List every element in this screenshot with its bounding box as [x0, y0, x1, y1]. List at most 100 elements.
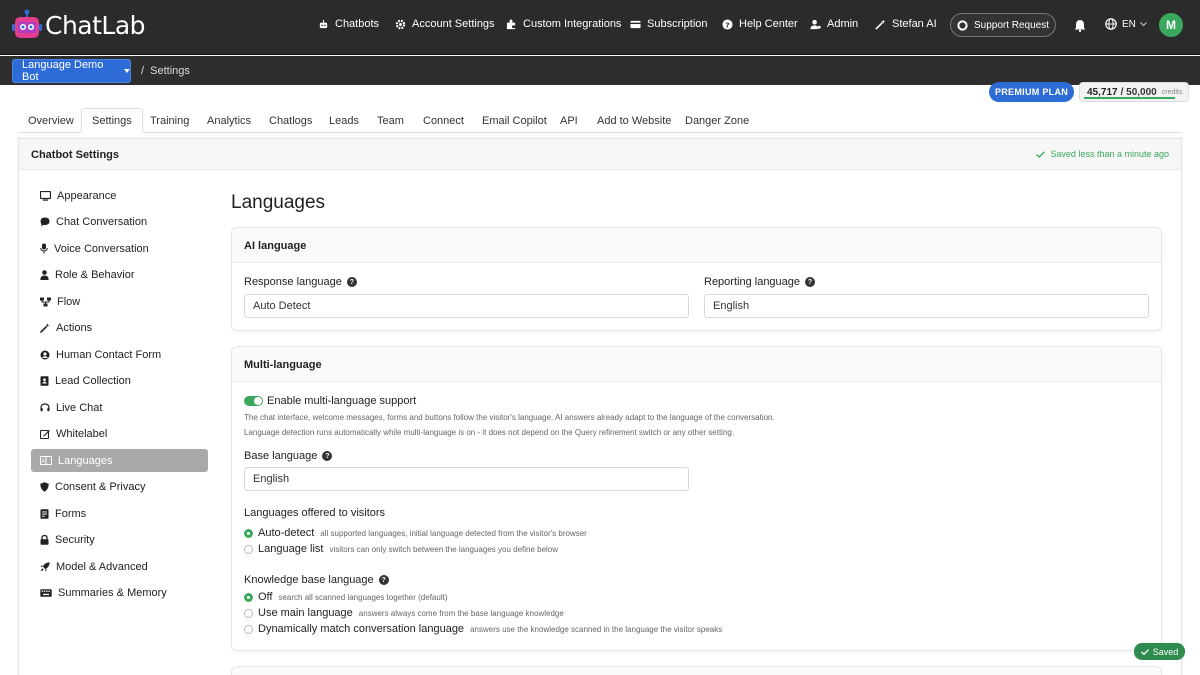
svg-text:?: ?: [725, 20, 729, 29]
sidebar-item-voice-conversation[interactable]: Voice Conversation: [31, 237, 208, 260]
radio-unselected[interactable]: [244, 544, 253, 554]
languages-offered-label: Languages offered to visitors: [244, 507, 386, 519]
tab-overview[interactable]: Overview: [28, 108, 74, 133]
rocket-icon: [40, 561, 50, 571]
sidebar-item-role-behavior[interactable]: Role & Behavior: [31, 263, 208, 286]
option-label: Use main language: [258, 607, 353, 619]
user-avatar[interactable]: M: [1159, 13, 1183, 37]
card-header: Multi-language: [232, 347, 1161, 382]
credits-label: credits: [1161, 88, 1183, 96]
bot-selector-label: Language Demo Bot: [22, 59, 104, 83]
language-selector[interactable]: EN: [1105, 18, 1147, 30]
multi-language-toggle[interactable]: [244, 396, 263, 406]
radio-selected[interactable]: [244, 592, 253, 602]
sidebar-item-label: Live Chat: [56, 401, 103, 414]
sidebar-item-label: Chat Conversation: [56, 215, 148, 228]
kb-option-off[interactable]: Off search all scanned languages togethe…: [244, 591, 447, 603]
knowledge-base-language-label: Knowledge base language ?: [244, 574, 389, 586]
sidebar-item-label: Whitelabel: [56, 427, 108, 440]
sidebar-item-summaries-memory[interactable]: Summaries & Memory: [31, 581, 208, 604]
person-icon: [40, 269, 49, 280]
radio-unselected[interactable]: [244, 624, 253, 634]
brand-logo[interactable]: ChatLab: [12, 8, 146, 42]
top-navbar: ChatLab Chatbots Account Settings Custom…: [0, 0, 1200, 55]
card-title: Multi-language: [244, 359, 322, 371]
kb-option-use-main-language[interactable]: Use main language answers always come fr…: [244, 607, 564, 619]
tab-team[interactable]: Team: [377, 108, 404, 133]
tab-connect[interactable]: Connect: [423, 108, 464, 133]
radio-unselected[interactable]: [244, 608, 253, 618]
premium-plan-badge[interactable]: PREMIUM PLAN: [989, 82, 1074, 102]
nav-custom-integrations[interactable]: Custom Integrations: [506, 18, 621, 30]
sidebar-item-model-advanced[interactable]: Model & Advanced: [31, 555, 208, 578]
nav-subscription[interactable]: Subscription: [630, 18, 708, 30]
sidebar-item-live-chat[interactable]: Live Chat: [31, 396, 208, 419]
sidebar-item-whitelabel[interactable]: Whitelabel: [31, 422, 208, 445]
support-request-button[interactable]: Support Request: [950, 13, 1056, 37]
sidebar-item-actions[interactable]: Actions: [31, 316, 208, 339]
reporting-language-select[interactable]: English: [704, 294, 1149, 318]
option-description: answers use the knowledge scanned in the…: [470, 624, 723, 634]
card-icon: [630, 20, 641, 28]
tab-api[interactable]: API: [560, 108, 578, 133]
tab-chatlogs[interactable]: Chatlogs: [269, 108, 312, 133]
sidebar-item-flow[interactable]: Flow: [31, 290, 208, 313]
sidebar-item-lead-collection[interactable]: Lead Collection: [31, 369, 208, 392]
response-language-select[interactable]: Auto Detect: [244, 294, 689, 318]
nav-stefan-ai[interactable]: Stefan AI: [875, 18, 937, 30]
robot-icon: [319, 19, 328, 28]
speech-bubble-icon: [40, 217, 50, 226]
base-language-select[interactable]: English: [244, 467, 689, 491]
sidebar-item-chat-conversation[interactable]: Chat Conversation: [31, 210, 208, 233]
nav-chatbots[interactable]: Chatbots: [318, 18, 379, 30]
reporting-language-label: Reporting language ?: [704, 276, 816, 288]
saved-status-text: Saved less than a minute ago: [1050, 149, 1169, 159]
tab-training[interactable]: Training: [150, 108, 189, 133]
offered-option-language-list[interactable]: Language list visitors can only switch b…: [244, 543, 558, 555]
offered-option-auto-detect[interactable]: Auto-detect all supported languages, ini…: [244, 527, 587, 539]
help-icon[interactable]: ?: [322, 451, 333, 461]
sidebar-item-consent-privacy[interactable]: Consent & Privacy: [31, 475, 208, 498]
sidebar-item-label: Consent & Privacy: [55, 480, 146, 493]
help-icon[interactable]: ?: [346, 277, 357, 287]
bot-selector-dropdown[interactable]: Language Demo Bot: [12, 59, 131, 83]
sidebar-item-languages[interactable]: A Languages: [31, 449, 208, 472]
nav-custom-integrations-label: Custom Integrations: [523, 18, 622, 30]
nav-chatbots-label: Chatbots: [335, 18, 380, 30]
nav-help-center[interactable]: ? Help Center: [722, 18, 798, 30]
tab-email-copilot[interactable]: Email Copilot: [482, 108, 547, 133]
radio-selected[interactable]: [244, 528, 253, 538]
shield-icon: [40, 481, 49, 492]
card-title: AI language: [244, 240, 307, 252]
tab-add-to-website[interactable]: Add to Website: [597, 108, 671, 133]
tab-leads[interactable]: Leads: [329, 108, 359, 133]
credits-progress-bar: [1084, 97, 1175, 99]
saved-toast: Saved: [1134, 643, 1185, 660]
sidebar-item-forms[interactable]: Forms: [31, 502, 208, 525]
sidebar-item-human-contact-form[interactable]: Human Contact Form: [31, 343, 208, 366]
sidebar-item-security[interactable]: Security: [31, 528, 208, 551]
globe-icon: [1105, 18, 1117, 30]
tab-analytics[interactable]: Analytics: [207, 108, 251, 133]
language-icon: A: [40, 456, 52, 465]
tab-danger-zone[interactable]: Danger Zone: [685, 108, 749, 133]
help-icon[interactable]: ?: [805, 277, 816, 287]
multi-language-card: Multi-language: [231, 346, 1162, 651]
help-icon[interactable]: ?: [378, 575, 389, 585]
sidebar-item-label: Forms: [55, 507, 87, 520]
sidebar-item-label: Lead Collection: [55, 374, 131, 387]
bell-icon[interactable]: [1074, 19, 1086, 32]
settings-tabs: Overview Settings Training Analytics Cha…: [18, 108, 1182, 133]
multi-language-description-2: Language detection runs automatically wh…: [244, 428, 735, 437]
tab-settings[interactable]: Settings: [81, 108, 143, 133]
kb-option-dynamic-match[interactable]: Dynamically match conversation language …: [244, 623, 722, 635]
saved-status: Saved less than a minute ago: [1036, 149, 1169, 159]
card-header: AI language: [232, 228, 1161, 263]
sidebar-item-appearance[interactable]: Appearance: [31, 184, 208, 207]
sidebar-item-label: Actions: [56, 321, 93, 334]
option-label: Language list: [258, 543, 324, 555]
magic-wand-icon: [40, 322, 50, 333]
nav-account-settings[interactable]: Account Settings: [395, 18, 495, 30]
nav-admin[interactable]: Admin: [810, 18, 858, 30]
breadcrumb: / Settings: [141, 65, 190, 77]
